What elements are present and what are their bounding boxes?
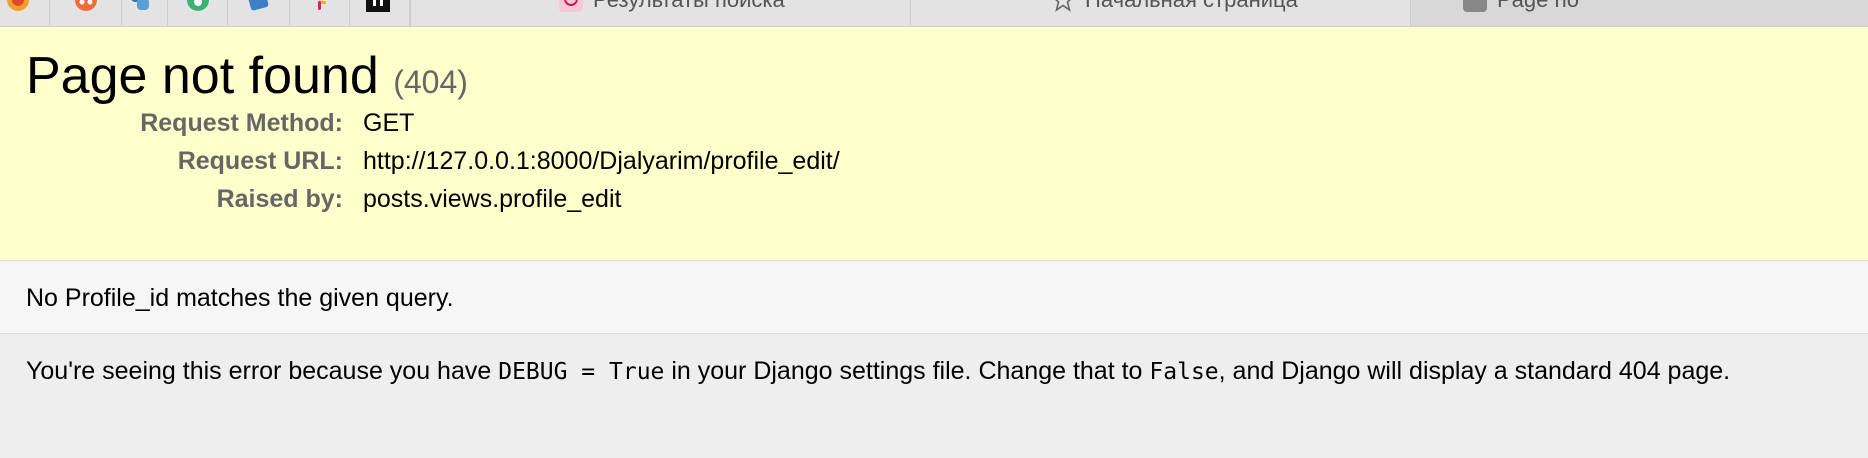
error-info: No Profile_id matches the given query. [0,261,1868,334]
pinned-tab-4[interactable] [168,0,228,26]
meta-value: GET [363,109,415,137]
meta-key: Raised by: [216,185,343,213]
status-code: (404) [393,64,468,100]
tab-title: Результаты поиска [593,0,785,12]
explanation-part-1: You're seeing this error because you hav… [26,357,499,385]
browser-tab-strip: Результаты поиска Начальная страница Pag… [0,0,1868,27]
pinned-tab-slack[interactable] [290,0,350,26]
pinned-tab-5[interactable] [228,0,290,26]
slack-icon [318,1,326,10]
app-icon-blue [247,0,269,11]
firefox-icon [7,0,29,11]
meta-key: Request Method: [140,109,343,137]
pinned-tab-firefox[interactable] [0,0,50,26]
meta-key: Request URL: [177,147,343,175]
page-icon [1463,0,1487,12]
error-explanation: You're seeing this error because you hav… [0,334,1868,458]
app-icon-black [366,0,390,12]
pinned-tab-2[interactable] [50,0,122,26]
meta-row-request-method: Request Method: GET [0,106,1868,140]
star-icon [1055,0,1071,12]
tab-title: Page no [1497,0,1579,12]
meta-value: posts.views.profile_edit [363,185,622,213]
tab-search-results[interactable]: Результаты поиска [410,0,910,26]
app-icon-green [187,0,209,11]
app-icon-orange [75,0,97,11]
false-value-code: False [1149,359,1219,385]
meta-row-raised-by: Raised by: posts.views.profile_edit [0,182,1868,216]
debug-setting-code: DEBUG = True [498,359,665,385]
pinned-tab-python[interactable] [122,0,168,26]
meta-row-request-url: Request URL: http://127.0.0.1:8000/Djaly… [0,144,1868,178]
explanation-part-2: in your Django settings file. Change tha… [664,357,1150,385]
error-message: No Profile_id matches the given query. [26,284,454,312]
python-icon [131,0,149,10]
pinned-tab-7[interactable] [350,0,410,26]
explanation-part-3: , and Django will display a standard 404… [1218,357,1731,385]
meta-value: http://127.0.0.1:8000/Djalyarim/profile_… [363,147,840,175]
pinterest-icon [559,0,583,12]
tab-start-page[interactable]: Начальная страница [910,0,1410,26]
tab-title: Начальная страница [1085,0,1298,12]
page-title: Page not found (404) [26,46,468,112]
explanation-text: You're seeing this error because you hav… [26,354,1730,389]
tab-page-not-found[interactable]: Page no [1410,0,1868,26]
page-title-text: Page not found [26,47,379,105]
